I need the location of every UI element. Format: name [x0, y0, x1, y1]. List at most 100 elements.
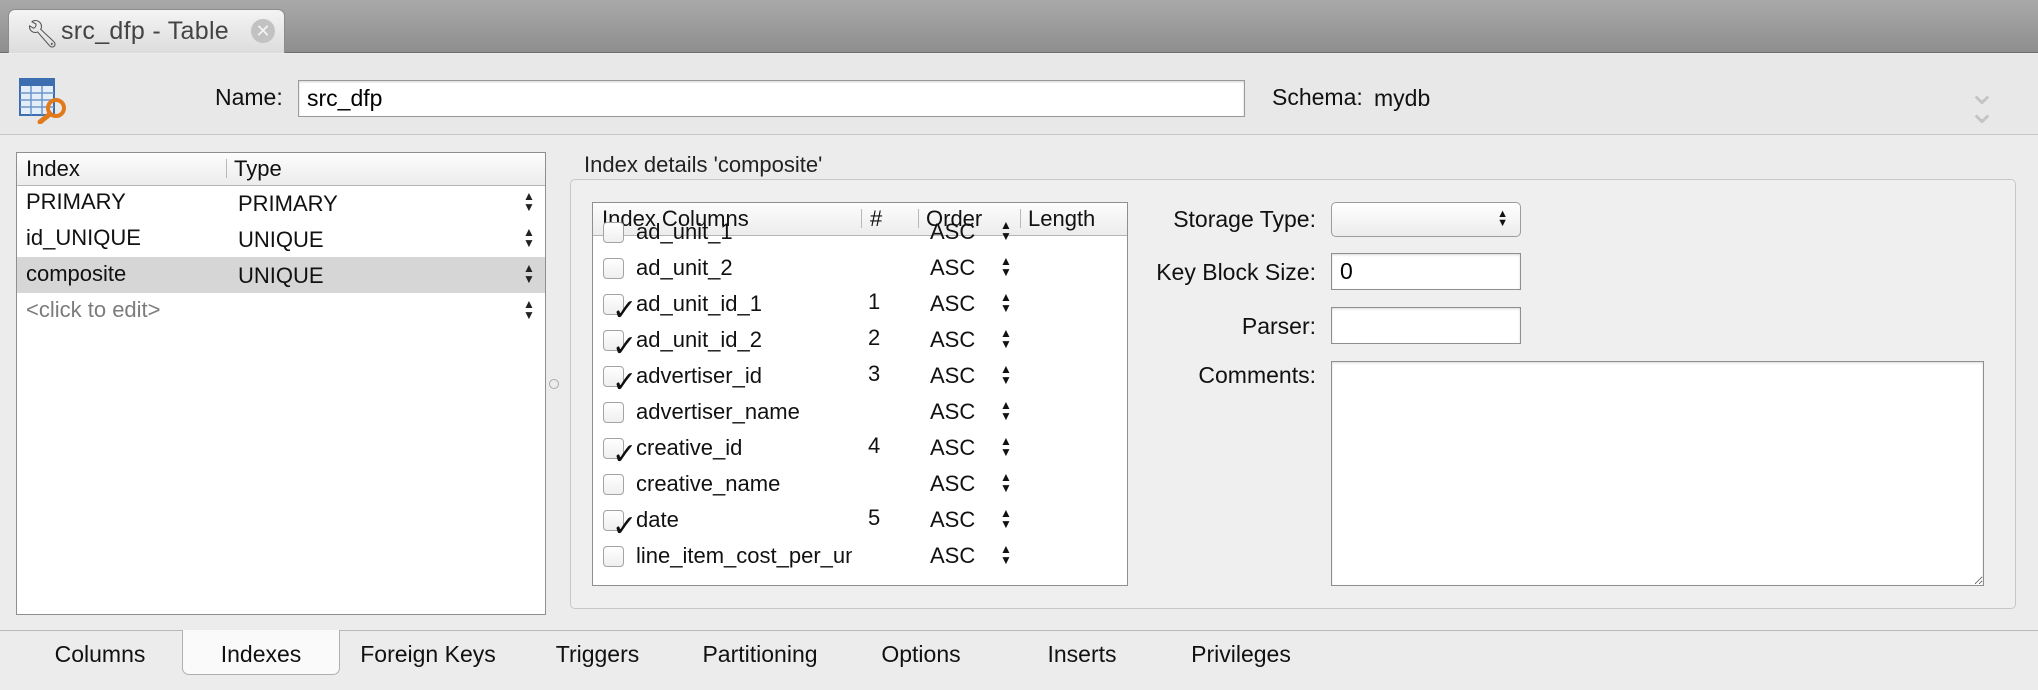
tab-privileges[interactable]: Privileges: [1180, 641, 1302, 668]
index-name: composite: [26, 261, 127, 286]
column-sequence-number: 2: [868, 325, 881, 350]
column-order[interactable]: ASC: [930, 291, 975, 317]
index-column-row[interactable]: ✓ date 5 ASC ▲ ▼: [593, 503, 1127, 543]
tab-partitioning[interactable]: Partitioning: [690, 641, 830, 668]
index-column-row[interactable]: advertiser_name ASC ▲ ▼: [593, 395, 1127, 431]
parser-input[interactable]: [1331, 307, 1521, 344]
column-order[interactable]: ASC: [930, 399, 975, 425]
column-name: ad_unit_id_2: [636, 327, 763, 352]
table-name-input[interactable]: [298, 80, 1245, 117]
column-order[interactable]: ASC: [930, 255, 975, 281]
editor-tabs: Columns Indexes Foreign Keys Triggers Pa…: [0, 630, 2038, 690]
index-type[interactable]: UNIQUE: [238, 263, 324, 289]
key-block-size-input[interactable]: [1331, 253, 1521, 290]
schema-value: mydb: [1374, 85, 1431, 111]
column-name: advertiser_name: [636, 399, 800, 424]
index-type[interactable]: PRIMARY: [238, 191, 338, 217]
column-checkbox[interactable]: [603, 546, 624, 567]
tab-indexes[interactable]: Indexes: [182, 630, 340, 675]
select-arrows-icon: ▲ ▼: [1497, 208, 1508, 229]
column-name: ad_unit_1: [636, 219, 733, 244]
index-type[interactable]: UNIQUE: [238, 227, 324, 253]
updown-arrows-icon[interactable]: ▲ ▼: [1000, 471, 1012, 494]
updown-arrows-icon[interactable]: ▲ ▼: [1000, 291, 1012, 314]
column-header-index[interactable]: Index: [26, 156, 80, 182]
updown-arrows-icon[interactable]: ▲ ▼: [1000, 219, 1012, 242]
updown-arrows-icon[interactable]: ▲ ▼: [1000, 363, 1012, 386]
column-order[interactable]: ASC: [930, 543, 975, 569]
updown-arrows-icon[interactable]: ▲ ▼: [1000, 435, 1012, 458]
updown-arrows-icon[interactable]: ▲ ▼: [523, 262, 535, 285]
tab-triggers[interactable]: Triggers: [540, 641, 655, 668]
column-checkbox[interactable]: ✓: [603, 294, 637, 327]
click-to-edit-placeholder: <click to edit>: [26, 297, 161, 322]
index-column-row[interactable]: ✓ creative_id 4 ASC ▲ ▼: [593, 431, 1127, 471]
column-checkbox[interactable]: ✓: [603, 510, 637, 543]
tab-inserts[interactable]: Inserts: [1032, 641, 1132, 668]
comments-textarea[interactable]: [1331, 361, 1984, 586]
storage-type-label: Storage Type:: [1173, 206, 1316, 232]
comments-label: Comments:: [1198, 362, 1316, 388]
schema-label: Schema:: [1272, 84, 1363, 110]
column-order[interactable]: ASC: [930, 435, 975, 461]
column-order[interactable]: ASC: [930, 219, 975, 245]
column-checkbox[interactable]: [603, 258, 624, 279]
updown-arrows-icon[interactable]: ▲ ▼: [1000, 399, 1012, 422]
column-checkbox[interactable]: ✓: [603, 438, 637, 471]
document-tab[interactable]: 🔧︎ src_dfp - Table ✕: [8, 9, 285, 53]
column-checkbox[interactable]: ✓: [603, 366, 637, 399]
column-order[interactable]: ASC: [930, 507, 975, 533]
close-icon[interactable]: ✕: [251, 19, 275, 43]
column-checkbox[interactable]: [603, 222, 624, 243]
tab-foreign-keys[interactable]: Foreign Keys: [353, 641, 503, 668]
column-name: line_item_cost_per_unit: [636, 543, 852, 568]
index-row-placeholder[interactable]: <click to edit> ▲ ▼: [17, 293, 545, 329]
column-sequence-number: 3: [868, 361, 881, 386]
column-order[interactable]: ASC: [930, 471, 975, 497]
index-column-row[interactable]: creative_name ASC ▲ ▼: [593, 467, 1127, 503]
column-checkbox[interactable]: [603, 474, 624, 495]
double-chevron-down-icon[interactable]: ⌄ ⌄: [1960, 76, 2004, 129]
column-name: creative_id: [636, 435, 743, 460]
index-column-row[interactable]: ✓ advertiser_id 3 ASC ▲ ▼: [593, 359, 1127, 399]
wrench-icon: 🔧︎: [25, 19, 60, 49]
index-column-row[interactable]: ad_unit_1 ASC ▲ ▼: [593, 215, 1127, 251]
tab-columns[interactable]: Columns: [40, 641, 160, 668]
updown-arrows-icon[interactable]: ▲ ▼: [1000, 543, 1012, 566]
column-order[interactable]: ASC: [930, 327, 975, 353]
tab-options[interactable]: Options: [866, 641, 976, 668]
updown-arrows-icon[interactable]: ▲ ▼: [523, 298, 535, 321]
document-tab-title: src_dfp - Table: [61, 17, 230, 45]
index-column-row[interactable]: line_item_cost_per_unit ASC ▲ ▼: [593, 539, 1127, 575]
column-checkbox[interactable]: [603, 402, 624, 423]
key-block-size-label: Key Block Size:: [1156, 259, 1316, 285]
index-name: id_UNIQUE: [26, 225, 141, 250]
updown-arrows-icon[interactable]: ▲ ▼: [1000, 255, 1012, 278]
column-name: ad_unit_id_1: [636, 291, 763, 316]
index-column-row[interactable]: ✓ ad_unit_id_1 1 ASC ▲ ▼: [593, 287, 1127, 327]
updown-arrows-icon[interactable]: ▲ ▼: [1000, 507, 1012, 530]
window-tab-bar: [0, 0, 2038, 53]
storage-type-select[interactable]: ▲ ▼: [1331, 202, 1521, 237]
name-label: Name:: [215, 84, 283, 110]
column-order[interactable]: ASC: [930, 363, 975, 389]
splitter-handle[interactable]: [549, 379, 559, 389]
column-name: date: [636, 507, 679, 532]
table-icon: [18, 76, 68, 125]
index-row[interactable]: PRIMARY PRIMARY ▲ ▼: [17, 185, 545, 221]
index-column-row[interactable]: ✓ ad_unit_id_2 2 ASC ▲ ▼: [593, 323, 1127, 363]
index-row[interactable]: id_UNIQUE UNIQUE ▲ ▼: [17, 221, 545, 257]
column-header-type[interactable]: Type: [234, 156, 282, 182]
updown-arrows-icon[interactable]: ▲ ▼: [523, 226, 535, 249]
index-columns-grid: Index Columns # Order Length ad_unit_1 AS…: [592, 202, 1128, 586]
index-list: Index Type PRIMARY PRIMARY ▲ ▼ id_UNIQUE …: [16, 152, 546, 615]
updown-arrows-icon[interactable]: ▲ ▼: [523, 190, 535, 213]
updown-arrows-icon[interactable]: ▲ ▼: [1000, 327, 1012, 350]
column-name: advertiser_id: [636, 363, 762, 388]
index-list-header: Index Type: [17, 153, 545, 186]
index-row-selected[interactable]: composite UNIQUE ▲ ▼: [17, 257, 545, 293]
column-checkbox[interactable]: ✓: [603, 330, 637, 363]
index-column-row[interactable]: ad_unit_2 ASC ▲ ▼: [593, 251, 1127, 287]
column-sequence-number: 1: [868, 289, 881, 314]
column-sequence-number: 4: [868, 433, 881, 458]
